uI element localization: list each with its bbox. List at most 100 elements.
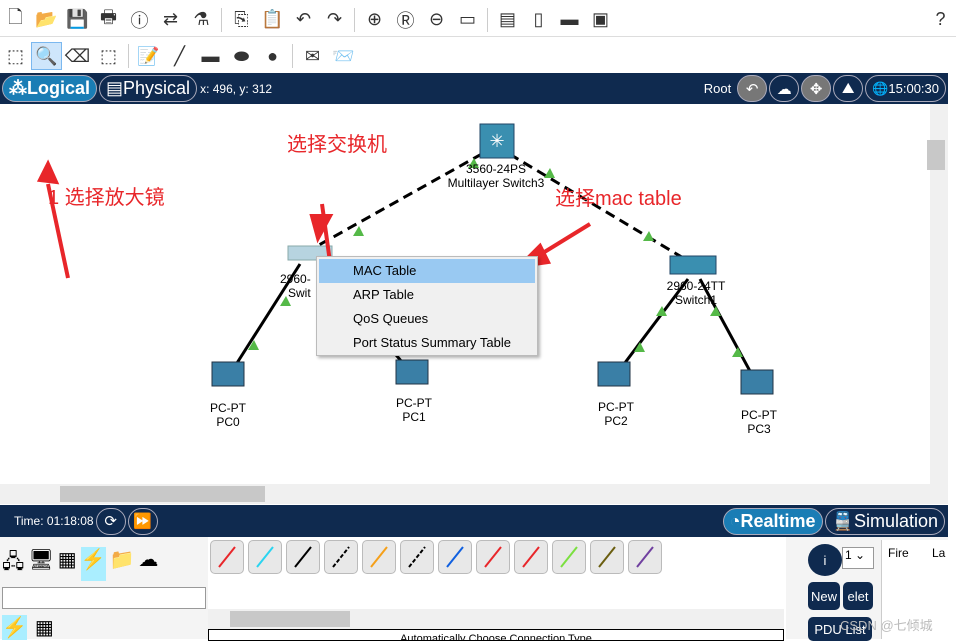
toolbar-separator bbox=[487, 7, 488, 32]
custom-device-icon[interactable]: ▯ bbox=[523, 6, 554, 34]
new-scenario-button[interactable]: New bbox=[808, 582, 840, 610]
print-icon[interactable]: 🖶 bbox=[93, 6, 124, 34]
note-icon[interactable]: 📝 bbox=[133, 42, 164, 70]
freeform-icon[interactable]: ● bbox=[257, 42, 288, 70]
logical-label: Logical bbox=[27, 78, 91, 98]
undo-icon[interactable]: ↶ bbox=[288, 6, 319, 34]
workspace-bar: ⁂ Logical ▤ Physical x: 496, y: 312 Root … bbox=[0, 73, 948, 104]
back-icon[interactable]: ↶ bbox=[737, 75, 768, 102]
menu-item-qos-queues[interactable]: QoS Queues bbox=[319, 307, 535, 331]
menu-item-mac-table[interactable]: MAC Table bbox=[319, 259, 535, 283]
line-icon[interactable]: ╱ bbox=[164, 42, 195, 70]
delete-scenario-button[interactable]: elet bbox=[843, 582, 873, 610]
annotation-mac-table: 选择mac table bbox=[555, 188, 682, 210]
connections-icon[interactable]: ⚡ bbox=[80, 547, 106, 581]
power-cycle-icon[interactable]: ⟳ bbox=[95, 507, 126, 535]
physical-tab[interactable]: ▤ Physical bbox=[99, 75, 198, 102]
simple-pdu-icon[interactable]: ✉ bbox=[297, 42, 328, 70]
link-up-icon bbox=[353, 226, 364, 236]
fast-forward-icon[interactable]: ⏩ bbox=[127, 507, 158, 535]
cluster-icon[interactable]: ▣ bbox=[585, 6, 616, 34]
arrow-head bbox=[36, 159, 60, 185]
cable-phone-button[interactable] bbox=[400, 540, 434, 574]
multilayer-switch-icon: ✳ bbox=[479, 123, 515, 159]
open-icon[interactable]: 📂 bbox=[31, 6, 62, 34]
copy-icon[interactable]: ⎘ bbox=[226, 6, 257, 34]
pc1-label: PC-PT PC1 bbox=[396, 396, 432, 424]
select-icon[interactable]: ⬚ bbox=[0, 42, 31, 70]
pc0-label: PC-PT PC0 bbox=[210, 401, 246, 429]
menu-item-arp-table[interactable]: ARP Table bbox=[319, 283, 535, 307]
device-template-icon[interactable]: ▬ bbox=[554, 6, 585, 34]
cable-serial-dce-button[interactable] bbox=[476, 540, 510, 574]
fire-column: Fire bbox=[888, 546, 909, 560]
complex-pdu-icon[interactable]: 📨 bbox=[328, 42, 359, 70]
network-wizard-icon[interactable]: ⇄ bbox=[155, 6, 186, 34]
paste-icon[interactable]: 📋 bbox=[257, 6, 288, 34]
new-cluster-icon[interactable]: ☁ bbox=[769, 75, 800, 102]
cable-serial-dte-button[interactable] bbox=[514, 540, 548, 574]
scenario-select[interactable]: 1 ⌄ bbox=[842, 547, 874, 569]
new-icon[interactable]: 🗋 bbox=[0, 6, 31, 34]
zoom-in-icon[interactable]: ⊕ bbox=[359, 6, 390, 34]
link-up-icon bbox=[710, 306, 721, 316]
save-icon[interactable]: 💾 bbox=[62, 6, 93, 34]
cable-scrollbar[interactable] bbox=[208, 609, 784, 629]
cable-iot-button[interactable] bbox=[590, 540, 624, 574]
common-toolbar: ⬚ 🔍 ⌫ ⬚ 📝 ╱ ▬ ⬬ ● ✉ 📨 bbox=[0, 40, 956, 72]
time-bar: Time: 01:18:08 ⟳ ⏩ ◔ Realtime 🚆 Simulation bbox=[0, 505, 948, 537]
grid-icon[interactable]: ▦ bbox=[35, 615, 54, 640]
end-devices-icon[interactable]: 🖥 bbox=[28, 547, 53, 581]
connections-subcategory-icon[interactable]: ⚡ bbox=[2, 615, 27, 640]
cable-auto-button[interactable] bbox=[210, 540, 244, 574]
cable-usb-button[interactable] bbox=[628, 540, 662, 574]
multiuser-icon[interactable]: ☁ bbox=[138, 547, 158, 581]
move-object-icon[interactable]: ✥ bbox=[801, 75, 832, 102]
viewport-clock[interactable]: 🌐 15:00:30 bbox=[865, 75, 946, 102]
activity-wizard-icon[interactable]: ⚗ bbox=[186, 6, 217, 34]
cable-console-button[interactable] bbox=[248, 540, 282, 574]
rectangle-icon[interactable]: ▬ bbox=[195, 42, 226, 70]
redo-icon[interactable]: ↷ bbox=[319, 6, 350, 34]
ellipse-icon[interactable]: ⬬ bbox=[226, 42, 257, 70]
globe-icon: 🌐 bbox=[872, 80, 889, 96]
link-up-icon bbox=[643, 231, 654, 241]
inspect-icon[interactable]: 🔍 bbox=[31, 42, 62, 70]
info-icon[interactable]: i bbox=[808, 544, 842, 576]
cable-fiber-button[interactable] bbox=[362, 540, 396, 574]
pc2-label: PC-PT PC2 bbox=[598, 400, 634, 428]
pc1-icon bbox=[395, 359, 429, 385]
info-icon[interactable]: ⓘ bbox=[124, 6, 155, 34]
annotation-switch: 选择交换机 bbox=[287, 134, 387, 156]
cable-cross-button[interactable] bbox=[324, 540, 358, 574]
window-icon[interactable]: ▭ bbox=[452, 6, 483, 34]
vertical-scrollbar[interactable] bbox=[927, 104, 948, 484]
cable-panel: Automatically Choose Connection Type bbox=[208, 537, 784, 641]
cable-octal-button[interactable] bbox=[552, 540, 586, 574]
zoom-out-icon[interactable]: ⊖ bbox=[421, 6, 452, 34]
pc3-label: PC-PT PC3 bbox=[741, 408, 777, 436]
coordinates: x: 496, y: 312 bbox=[200, 81, 273, 96]
resize-icon[interactable]: ⬚ bbox=[93, 42, 124, 70]
horizontal-scrollbar[interactable] bbox=[0, 484, 948, 504]
realtime-tab[interactable]: ◔ Realtime bbox=[722, 507, 823, 535]
network-devices-icon[interactable]: 🖧 bbox=[2, 547, 24, 581]
pc3-icon bbox=[740, 369, 774, 395]
zoom-reset-icon[interactable]: Ⓡ bbox=[390, 6, 421, 34]
palette-icon[interactable]: ▤ bbox=[492, 6, 523, 34]
menu-item-port-status[interactable]: Port Status Summary Table bbox=[319, 331, 535, 355]
logical-tab[interactable]: ⁂ Logical bbox=[2, 75, 98, 102]
clock-label: 15:00:30 bbox=[888, 81, 939, 96]
simulation-label: Simulation bbox=[853, 510, 938, 531]
components-icon[interactable]: ▦ bbox=[58, 547, 77, 581]
device-search[interactable] bbox=[2, 587, 206, 609]
simulation-tab[interactable]: 🚆 Simulation bbox=[824, 507, 945, 535]
help-button[interactable]: ? bbox=[925, 6, 956, 34]
background-image-icon[interactable]: ⛰ bbox=[833, 75, 864, 102]
misc-icon[interactable]: 📁 bbox=[110, 547, 135, 581]
delete-icon[interactable]: ⌫ bbox=[62, 42, 93, 70]
cable-straight-button[interactable] bbox=[286, 540, 320, 574]
cable-coaxial-button[interactable] bbox=[438, 540, 472, 574]
time-label: Time: 01:18:08 bbox=[14, 514, 94, 528]
annotation-arrow-3 bbox=[536, 222, 592, 258]
